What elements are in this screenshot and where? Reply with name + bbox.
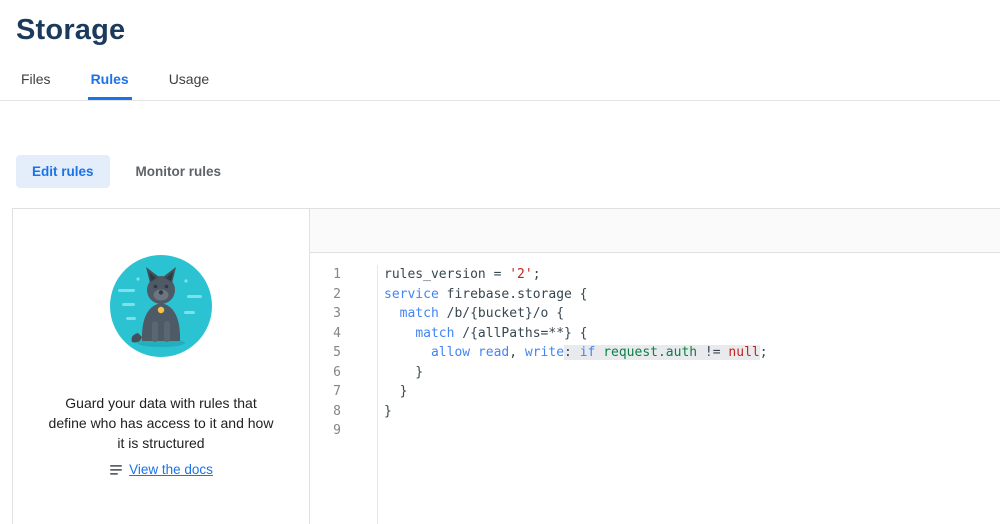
line-number: 4 <box>333 325 341 341</box>
storage-page: Storage Files Rules Usage Edit rules Mon… <box>0 14 1000 524</box>
edit-rules-button[interactable]: Edit rules <box>16 155 110 188</box>
editor-code[interactable]: rules_version = '2'; service firebase.sto… <box>378 265 1000 524</box>
code-line[interactable] <box>384 421 1000 441</box>
code-line[interactable]: match /{allPaths=**} { <box>384 324 1000 344</box>
tab-bar: Files Rules Usage <box>0 63 1000 101</box>
code-line[interactable]: match /b/{bucket}/o { <box>384 304 1000 324</box>
guard-dog-illustration <box>110 255 212 357</box>
line-number: 9 <box>333 423 341 438</box>
page-title: Storage <box>16 14 126 46</box>
line-number: 5 <box>333 345 341 360</box>
line-number: 7 <box>333 384 341 399</box>
line-number: 8 <box>333 403 341 419</box>
line-number: 6 <box>333 364 341 380</box>
line-number: 3 <box>333 306 341 321</box>
view-docs-label: View the docs <box>129 462 213 477</box>
tab-rules[interactable]: Rules <box>87 63 132 100</box>
code-line[interactable]: } <box>384 363 1000 383</box>
code-line[interactable]: } <box>384 402 1000 422</box>
rules-sub-toolbar: Edit rules Monitor rules <box>16 155 1000 188</box>
line-number: 1 <box>333 267 341 282</box>
editor-gutter: 1 2 3 4 5 6 7 8 9 <box>310 265 378 524</box>
view-docs-link[interactable]: View the docs <box>109 462 213 477</box>
code-line[interactable]: allow read, write: if request.auth != nu… <box>384 343 1000 363</box>
line-number: 2 <box>333 286 341 302</box>
rules-info-panel: Guard your data with rules that define w… <box>12 209 310 524</box>
tab-files[interactable]: Files <box>18 63 54 100</box>
rules-description: Guard your data with rules that define w… <box>48 395 274 451</box>
code-line[interactable]: rules_version = '2'; <box>384 265 1000 285</box>
docs-icon <box>110 464 123 475</box>
code-line[interactable]: service firebase.storage { <box>384 285 1000 305</box>
monitor-rules-button[interactable]: Monitor rules <box>124 155 234 188</box>
rules-card: Guard your data with rules that define w… <box>12 208 1000 524</box>
editor-toolbar <box>310 209 1000 253</box>
tab-usage[interactable]: Usage <box>166 63 212 100</box>
code-editor[interactable]: 1 2 3 4 5 6 7 8 9 rules_version = '2'; service fi… <box>310 253 1000 524</box>
code-line[interactable]: } <box>384 382 1000 402</box>
rules-editor-panel: 1 2 3 4 5 6 7 8 9 rules_version = '2'; service fi… <box>310 209 1000 524</box>
